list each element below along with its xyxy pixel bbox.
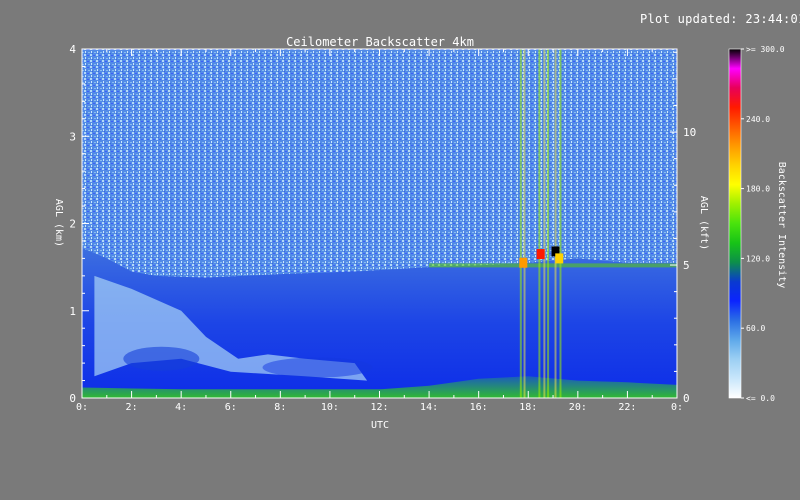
x-tick-label: 8:: [274, 402, 286, 413]
precip-streak: [559, 49, 562, 398]
x-tick-label: 10:: [321, 402, 339, 413]
colorbar-tick-label: 240.0: [746, 115, 770, 124]
y-left-tick-label: 4: [69, 43, 76, 56]
x-tick-label: 0:: [76, 402, 88, 413]
y-right-tick-label: 5: [683, 259, 690, 272]
y-left-tick-label: 0: [69, 392, 76, 405]
x-tick-label: 4:: [175, 402, 187, 413]
precip-streak: [554, 49, 557, 398]
x-tick-label: 16:: [470, 402, 488, 413]
precip-streak: [538, 49, 541, 398]
x-tick-label: 0:: [671, 402, 683, 413]
colorbar-tick-label: 60.0: [746, 324, 765, 333]
x-tick-label: 12:: [370, 402, 388, 413]
y-right-tick-label: 10: [683, 126, 696, 139]
colorbar-tick-label: 120.0: [746, 254, 770, 263]
aerosol-pocket: [123, 346, 200, 371]
plot-area: [82, 49, 677, 398]
ceilometer-chart: 0: 2: 4: 6: 8: 10: 12: 14: 16: 18: 20: 22: 0:0123405…: [53, 35, 787, 431]
aerosol-pocket-2: [262, 357, 373, 378]
y-axis-label-left: AGL (km): [53, 199, 64, 247]
precip-streak: [547, 49, 550, 398]
colorbar-tick-label: >= 300.0: [746, 45, 785, 54]
precip-streak: [543, 49, 546, 398]
x-tick-label: 14:: [420, 402, 438, 413]
precip-streak: [523, 49, 526, 398]
colorbar-tick-label: <= 0.0: [746, 394, 775, 403]
colorbar-ramp: [729, 49, 741, 398]
y-left-tick-label: 1: [69, 305, 76, 318]
x-tick-label: 6:: [225, 402, 237, 413]
precip-streak: [519, 49, 522, 398]
y-left-tick-label: 2: [69, 218, 76, 231]
y-axis-label-right: AGL (kft): [698, 196, 709, 250]
y-left-tick-label: 3: [69, 130, 76, 143]
boundary-top-band: [429, 263, 677, 268]
x-tick-label: 22:: [618, 402, 636, 413]
y-right-tick-label: 0: [683, 392, 690, 405]
cloud-base-blob: [519, 257, 528, 268]
cloud-base-blob: [555, 253, 564, 264]
colorbar-tick-label: 180.0: [746, 185, 770, 194]
x-axis-label: UTC: [371, 420, 389, 431]
colorbar-label: Backscatter Intensity: [776, 162, 787, 288]
chart-title: Ceilometer Backscatter 4km: [286, 35, 474, 49]
x-tick-label: 2:: [126, 402, 138, 413]
x-tick-label: 18:: [519, 402, 537, 413]
x-tick-label: 20:: [569, 402, 587, 413]
cloud-base-blob: [536, 249, 545, 260]
